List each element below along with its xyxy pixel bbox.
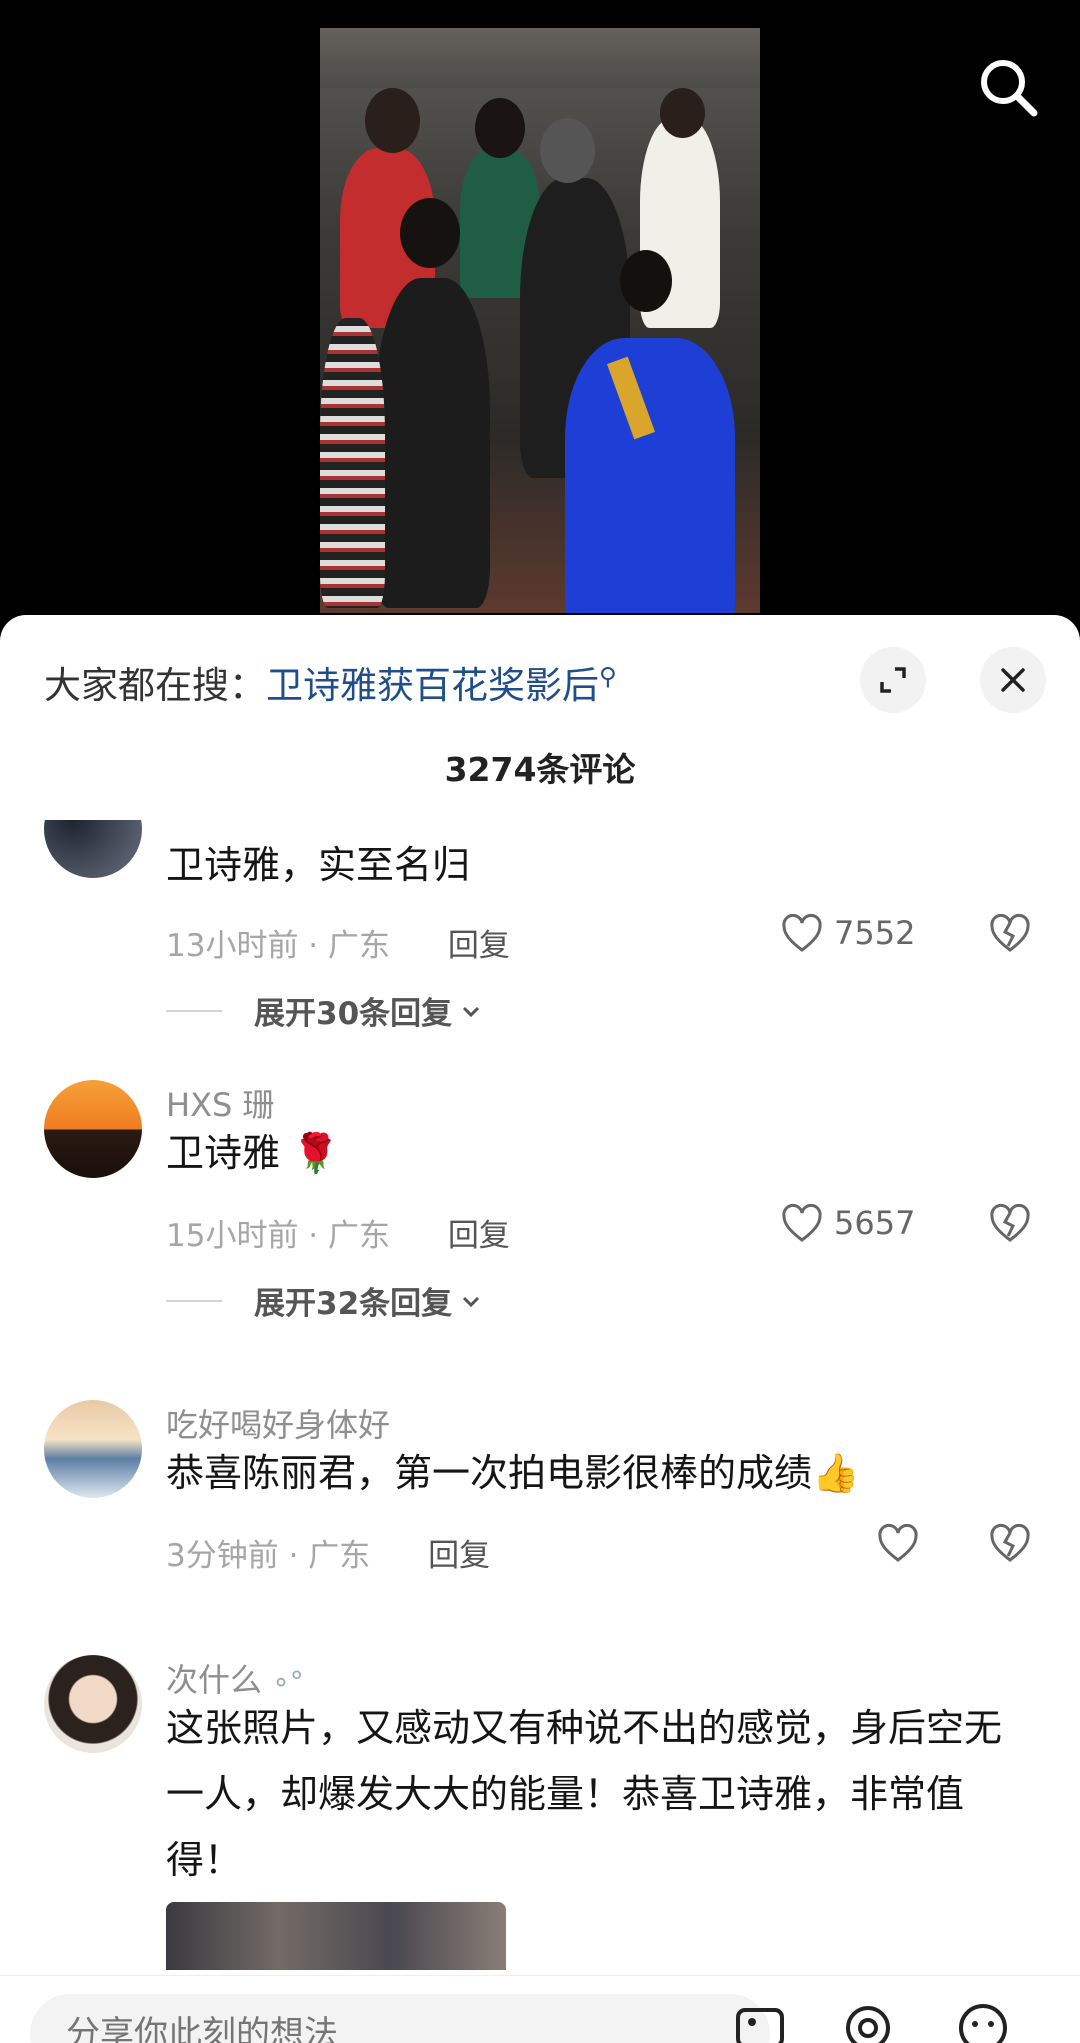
comment-meta: 13小时前 · 广东 回复 [166, 920, 510, 965]
trending-query[interactable]: 卫诗雅获百花奖影后 [266, 664, 599, 707]
comment-time: 3分钟前 · 广东 [166, 1538, 371, 1574]
reply-button[interactable]: 回复 [448, 1218, 510, 1254]
trending-prefix: 大家都在搜： [44, 664, 266, 707]
emoji-icon[interactable] [955, 2000, 1011, 2043]
comment-input-bar [0, 1975, 1080, 2043]
dislike-button[interactable] [988, 1202, 1032, 1248]
expand-icon [880, 667, 906, 693]
avatar[interactable] [44, 1655, 142, 1753]
bubble-icon: ∘° [272, 1665, 304, 1698]
comment-image[interactable] [166, 1902, 506, 1970]
comment-text: 恭喜陈丽君，第一次拍电影很棒的成绩👍 [166, 1451, 860, 1495]
like-button[interactable] [876, 1522, 920, 1564]
comment-sheet: 大家都在搜：卫诗雅获百花奖影后⚲ 3274条评论 卫诗雅，实至名归 13小时前 … [0, 615, 1080, 2043]
reply-button[interactable]: 回复 [428, 1538, 490, 1574]
reply-button[interactable]: 回复 [448, 928, 510, 964]
avatar[interactable] [44, 1400, 142, 1498]
comment-count: 3274条评论 [444, 750, 636, 789]
comment-meta: 3分钟前 · 广东 回复 [166, 1530, 490, 1575]
avatar[interactable] [44, 820, 142, 878]
divider [166, 1009, 222, 1012]
like-button[interactable]: 7552 [780, 912, 915, 954]
expand-replies[interactable]: 展开32条回复 [166, 1278, 484, 1323]
close-icon [1001, 668, 1025, 692]
dislike-button[interactable] [988, 1522, 1032, 1568]
comment-time: 13小时前 · 广东 [166, 928, 391, 964]
chevron-down-icon [463, 1296, 480, 1307]
comment-text: 这张照片，又感动又有种说不出的感觉，身后空无一人，却爆发大大的能量！恭喜卫诗雅，… [166, 1706, 1003, 1882]
heart-icon [782, 1203, 822, 1242]
heart-icon [878, 1523, 918, 1562]
video-area[interactable] [0, 0, 1080, 620]
comment-input[interactable] [30, 1994, 770, 2043]
at-icon[interactable] [840, 2000, 896, 2043]
broken-heart-icon [990, 913, 1030, 952]
video-frame [320, 28, 760, 613]
comment-meta: 15小时前 · 广东 回复 [166, 1210, 510, 1255]
chevron-down-icon [463, 1006, 480, 1017]
comment-time: 15小时前 · 广东 [166, 1218, 391, 1254]
avatar[interactable] [44, 1080, 142, 1178]
search-icon[interactable] [976, 55, 1040, 119]
comment-text: 卫诗雅 🌹 [166, 1131, 340, 1175]
divider [166, 1299, 222, 1302]
close-button[interactable] [980, 647, 1046, 713]
like-button[interactable]: 5657 [780, 1202, 915, 1244]
dislike-button[interactable] [988, 912, 1032, 958]
search-small-icon: ⚲ [599, 662, 617, 691]
comment-text: 卫诗雅，实至名归 [166, 843, 471, 887]
comment-list[interactable]: 卫诗雅，实至名归 13小时前 · 广东 回复 7552 展开30条回复 HXS … [0, 820, 1080, 1970]
like-count: 5657 [834, 1204, 916, 1242]
broken-heart-icon [990, 1203, 1030, 1242]
broken-heart-icon [990, 1523, 1030, 1562]
image-icon[interactable] [732, 2000, 788, 2043]
expand-replies[interactable]: 展开30条回复 [166, 988, 484, 1033]
trending-search[interactable]: 大家都在搜：卫诗雅获百花奖影后⚲ [44, 655, 617, 709]
expand-button[interactable] [860, 647, 926, 713]
expand-replies-label: 展开30条回复 [254, 996, 453, 1032]
username-text: 次什么 [166, 1661, 263, 1699]
like-count: 7552 [834, 914, 916, 952]
expand-replies-label: 展开32条回复 [254, 1286, 453, 1322]
heart-icon [782, 913, 822, 952]
